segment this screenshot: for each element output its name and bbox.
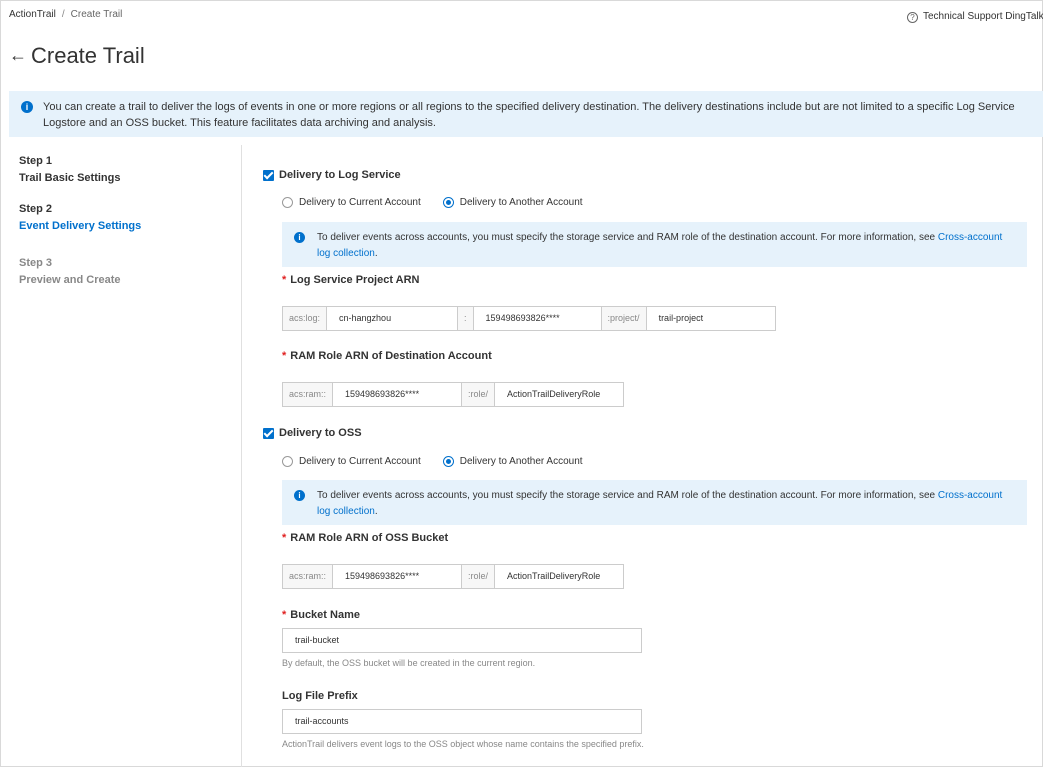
required-mark: * xyxy=(282,350,287,362)
field-label-text: Bucket Name xyxy=(290,609,360,621)
page-title: Create Trail xyxy=(31,43,145,68)
log-service-another-account-radio[interactable] xyxy=(442,197,454,208)
log-service-checkbox-row[interactable]: Delivery to Log Service xyxy=(263,169,401,181)
info-icon: i xyxy=(294,490,305,501)
oss-another-account-radio[interactable] xyxy=(442,456,454,467)
log-service-tip: i To deliver events across accounts, you… xyxy=(282,222,1027,267)
radio-label[interactable]: Delivery to Another Account xyxy=(460,197,583,208)
account-id-input[interactable]: 159498693826**** xyxy=(473,306,602,331)
tip-end: . xyxy=(374,248,378,259)
top-bar: ActionTrail / Create Trail ? Technical Supp… xyxy=(1,1,1043,29)
tip-body: To deliver events across accounts, you m… xyxy=(317,232,938,243)
notice-text: You can create a trail to deliver the lo… xyxy=(43,101,1015,129)
arn-prefix-addon: acs:ram:: xyxy=(282,382,334,407)
breadcrumb: ActionTrail / Create Trail xyxy=(9,9,122,20)
oss-role-arn-label: * RAM Role ARN of OSS Bucket xyxy=(282,532,448,544)
radio-label[interactable]: Delivery to Current Account xyxy=(299,456,421,467)
oss-tip: i To deliver events across accounts, you… xyxy=(282,480,1027,525)
log-service-account-radio-group: Delivery to Current Account Delivery to … xyxy=(282,197,605,208)
breadcrumb-separator: / xyxy=(61,9,65,20)
tip-text: To deliver events across accounts, you m… xyxy=(317,488,1007,520)
oss-current-account-radio[interactable] xyxy=(282,456,293,467)
step-number: Step 3 xyxy=(19,257,53,269)
destination-role-arn-input-group: acs:ram:: 159498693826**** :role/ Action… xyxy=(282,382,625,407)
field-label-text: Log File Prefix xyxy=(282,690,358,702)
account-id-input[interactable]: 159498693826**** xyxy=(333,564,463,589)
log-file-prefix-label: Log File Prefix xyxy=(282,690,358,702)
question-circle-icon: ? xyxy=(907,12,918,23)
step-name: Preview and Create xyxy=(19,274,121,286)
log-file-prefix-help: ActionTrail delivers event logs to the O… xyxy=(282,739,644,749)
oss-checkbox[interactable] xyxy=(263,427,274,439)
oss-role-arn-input-group: acs:ram:: 159498693826**** :role/ Action… xyxy=(282,564,625,589)
steps-sidebar: Step 1 Trail Basic Settings Step 2 Event… xyxy=(1,145,242,767)
technical-support-label: Technical Support DingTalk C xyxy=(923,11,1043,22)
info-icon: i xyxy=(21,101,33,113)
log-file-prefix-input[interactable]: trail-accounts xyxy=(282,709,642,734)
region-input[interactable]: cn-hangzhou xyxy=(327,306,459,331)
breadcrumb-root-link[interactable]: ActionTrail xyxy=(9,9,56,20)
arn-prefix-addon: acs:log: xyxy=(282,306,328,331)
role-name-input[interactable]: ActionTrailDeliveryRole xyxy=(495,564,625,589)
step-name: Event Delivery Settings xyxy=(19,220,142,232)
field-label-text: RAM Role ARN of OSS Bucket xyxy=(290,532,449,544)
field-label-text: Log Service Project ARN xyxy=(290,274,420,286)
arrow-left-icon[interactable]: ← xyxy=(9,46,27,64)
oss-account-radio-group: Delivery to Current Account Delivery to … xyxy=(282,456,605,467)
tip-body: To deliver events across accounts, you m… xyxy=(317,490,938,501)
colon-addon: : xyxy=(458,306,474,331)
oss-checkbox-label: Delivery to OSS xyxy=(279,427,362,439)
required-mark: * xyxy=(282,274,287,286)
step-number: Step 1 xyxy=(19,155,53,167)
bucket-name-label: * Bucket Name xyxy=(282,609,360,621)
breadcrumb-current: Create Trail xyxy=(70,9,123,20)
step-2: Step 2 Event Delivery Settings xyxy=(19,201,141,235)
page-frame: ActionTrail / Create Trail ? Technical Supp… xyxy=(0,0,1043,767)
destination-role-arn-label: * RAM Role ARN of Destination Account xyxy=(282,350,492,362)
tip-text: To deliver events across accounts, you m… xyxy=(317,230,1007,262)
role-name-input[interactable]: ActionTrailDeliveryRole xyxy=(495,382,625,407)
log-service-current-account-radio[interactable] xyxy=(282,197,293,208)
project-prefix-addon: :project/ xyxy=(601,306,647,331)
info-icon: i xyxy=(294,232,305,243)
bucket-name-help: By default, the OSS bucket will be creat… xyxy=(282,658,536,668)
required-mark: * xyxy=(282,532,287,544)
project-arn-input-group: acs:log: cn-hangzhou : 159498693826**** … xyxy=(282,306,776,331)
radio-label[interactable]: Delivery to Current Account xyxy=(299,197,421,208)
technical-support-link[interactable]: ? Technical Support DingTalk C xyxy=(907,11,1043,23)
step-name: Trail Basic Settings xyxy=(19,172,121,184)
project-arn-label: * Log Service Project ARN xyxy=(282,274,419,286)
radio-label[interactable]: Delivery to Another Account xyxy=(460,456,583,467)
tip-end: . xyxy=(374,506,378,517)
oss-checkbox-row[interactable]: Delivery to OSS xyxy=(263,427,362,439)
step-number: Step 2 xyxy=(19,203,53,215)
step-3: Step 3 Preview and Create xyxy=(19,255,121,289)
info-notice: i You can create a trail to deliver the … xyxy=(9,91,1043,137)
role-prefix-addon: :role/ xyxy=(462,564,496,589)
log-service-checkbox-label: Delivery to Log Service xyxy=(279,169,401,181)
log-service-checkbox[interactable] xyxy=(263,169,274,181)
project-name-input[interactable]: trail-project xyxy=(646,306,776,331)
field-label-text: RAM Role ARN of Destination Account xyxy=(290,350,492,362)
arn-prefix-addon: acs:ram:: xyxy=(282,564,334,589)
required-mark: * xyxy=(282,609,287,621)
step-1: Step 1 Trail Basic Settings xyxy=(19,153,120,187)
account-id-input[interactable]: 159498693826**** xyxy=(333,382,463,407)
role-prefix-addon: :role/ xyxy=(462,382,496,407)
bucket-name-input[interactable]: trail-bucket xyxy=(282,628,642,653)
